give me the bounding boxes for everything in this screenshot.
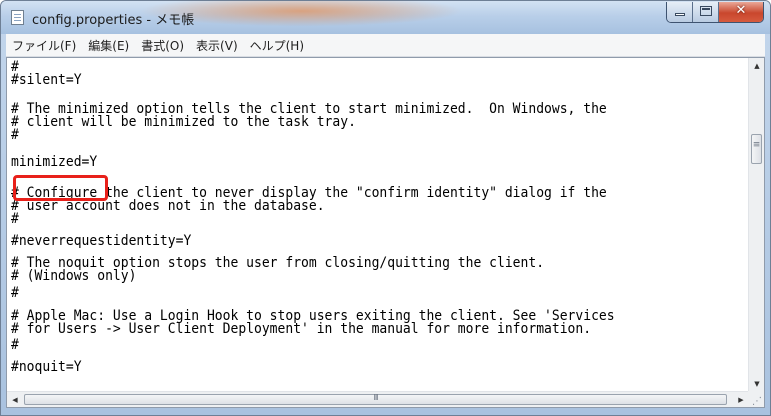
scroll-right-icon[interactable]: ▶ <box>733 392 749 408</box>
minimize-icon <box>675 13 685 16</box>
editor-line: # user account does not in the database. <box>11 198 325 214</box>
vertical-scrollbar[interactable]: ▲ ▼ <box>748 58 764 392</box>
editor-line: #noquit=Y <box>11 359 82 375</box>
text-editor[interactable]: # #silent=Y # The minimized option tells… <box>7 58 749 392</box>
menu-format[interactable]: 書式(O) <box>135 37 190 54</box>
vertical-scroll-thumb[interactable] <box>751 134 762 164</box>
editor-frame: # #silent=Y # The minimized option tells… <box>6 57 765 408</box>
editor-line: # (Windows only) <box>11 268 137 284</box>
close-icon: ✕ <box>735 3 747 18</box>
maximize-icon <box>700 6 712 16</box>
notepad-icon[interactable] <box>11 10 24 25</box>
editor-line: #silent=Y <box>11 72 82 88</box>
maximize-button[interactable] <box>693 2 719 22</box>
minimize-button[interactable] <box>667 2 693 22</box>
editor-line: # <box>11 127 19 143</box>
menu-help[interactable]: ヘルプ(H) <box>244 37 310 54</box>
window-title: config.properties - メモ帳 <box>32 13 195 28</box>
editor-line: minimized=Y <box>11 154 98 170</box>
window-controls: ✕ <box>666 2 764 23</box>
menu-edit[interactable]: 編集(E) <box>82 37 135 54</box>
menu-view[interactable]: 表示(V) <box>190 37 244 54</box>
editor-line: # <box>11 285 19 301</box>
notepad-window: config.properties - メモ帳 ✕ ファイル(F) 編集(E) … <box>0 0 771 416</box>
scroll-left-icon[interactable]: ◀ <box>7 392 23 408</box>
scroll-up-icon[interactable]: ▲ <box>749 58 765 74</box>
close-button[interactable]: ✕ <box>719 2 763 22</box>
title-bar[interactable]: config.properties - メモ帳 ✕ <box>1 1 770 34</box>
highlight-box <box>13 175 108 201</box>
horizontal-scrollbar[interactable]: ◀ ▶ <box>7 391 749 407</box>
menu-file[interactable]: ファイル(F) <box>6 37 82 54</box>
editor-line: # <box>11 337 19 353</box>
menu-bar: ファイル(F) 編集(E) 書式(O) 表示(V) ヘルプ(H) <box>6 34 765 57</box>
editor-line: # <box>11 211 19 227</box>
editor-line: # client will be minimized to the task t… <box>11 114 356 130</box>
horizontal-scroll-thumb[interactable] <box>24 393 727 405</box>
scroll-down-icon[interactable]: ▼ <box>749 376 765 392</box>
editor-line: # for Users -> User Client Deployment' i… <box>11 321 592 337</box>
resize-grip-icon[interactable] <box>748 391 764 407</box>
editor-line: #neverrequestidentity=Y <box>11 233 192 249</box>
